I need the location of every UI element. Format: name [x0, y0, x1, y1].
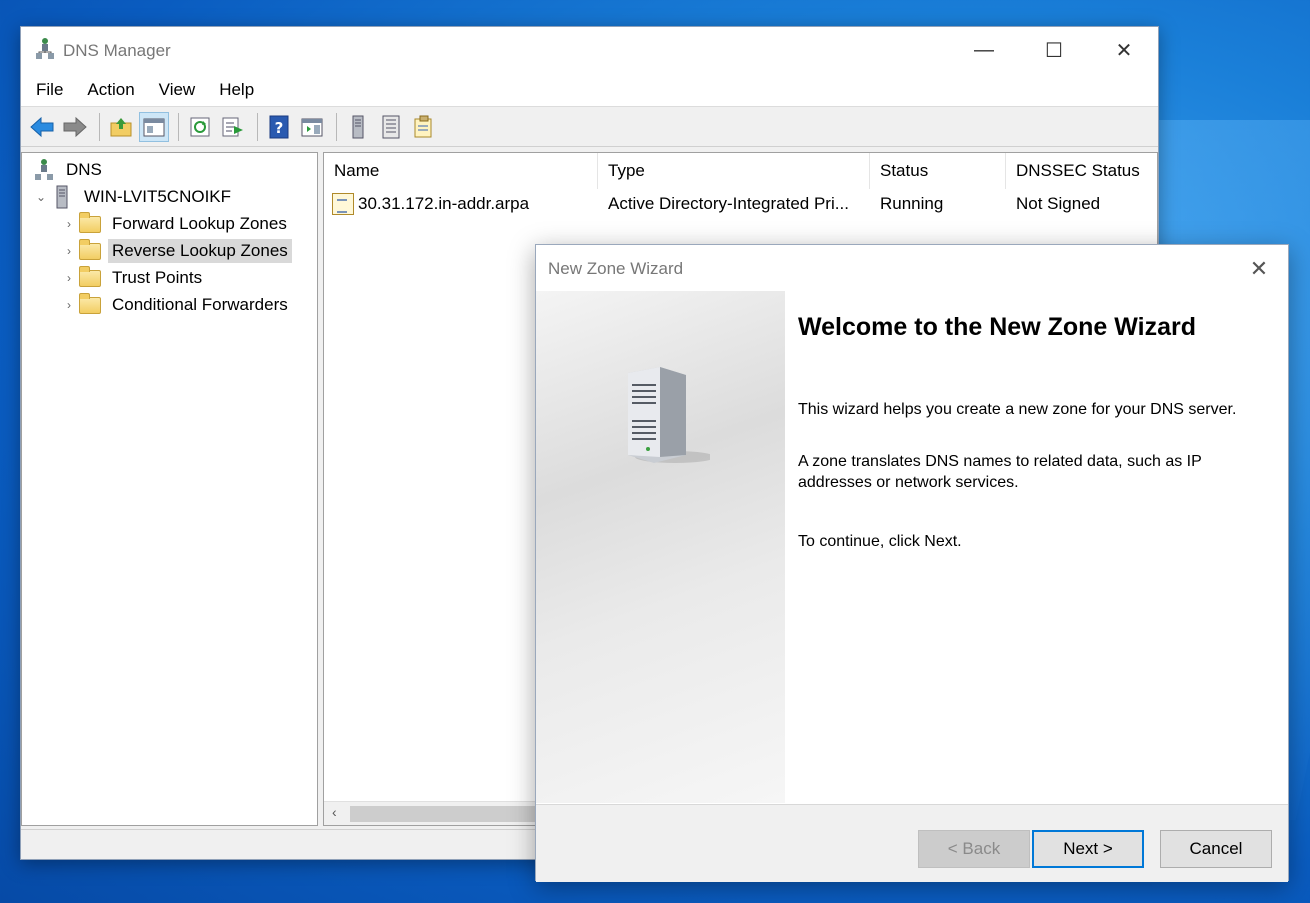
- collapsed-chevron-icon[interactable]: ›: [60, 217, 78, 231]
- menu-bar: File Action View Help: [21, 73, 1158, 107]
- collapsed-chevron-icon[interactable]: ›: [60, 298, 78, 312]
- toolbar-separator: [178, 112, 179, 141]
- menu-file[interactable]: File: [36, 80, 63, 100]
- action-pane-icon: [301, 118, 323, 136]
- export-list-icon: [222, 117, 243, 136]
- column-header-label: Status: [880, 161, 929, 180]
- list-view-button[interactable]: [376, 112, 406, 142]
- collapsed-chevron-icon[interactable]: ›: [60, 271, 78, 285]
- close-icon: ✕: [1115, 39, 1133, 62]
- show-hide-action-pane-button[interactable]: [297, 112, 327, 142]
- properties-button[interactable]: [409, 112, 439, 142]
- server-icon: [50, 185, 74, 209]
- collapsed-chevron-icon[interactable]: ›: [60, 244, 78, 258]
- scroll-left-icon[interactable]: ‹: [332, 804, 337, 820]
- minimize-button[interactable]: —: [949, 27, 1019, 73]
- maximize-icon: ☐: [1045, 39, 1063, 62]
- export-list-button[interactable]: [218, 112, 248, 142]
- tree-item-trust-points[interactable]: › Trust Points: [60, 265, 206, 291]
- close-icon: ✕: [1249, 256, 1269, 281]
- column-header-name[interactable]: Name: [324, 153, 598, 189]
- column-header-type[interactable]: Type: [598, 153, 870, 189]
- dns-app-icon: [36, 38, 54, 59]
- zone-name: 30.31.172.in-addr.arpa: [358, 194, 530, 213]
- folder-icon: [78, 211, 102, 234]
- cancel-button[interactable]: Cancel: [1160, 830, 1272, 868]
- folder-icon: [78, 265, 102, 288]
- server-button[interactable]: [343, 112, 373, 142]
- show-hide-tree-icon: [143, 118, 165, 136]
- wizard-paragraph: To continue, click Next.: [798, 533, 962, 550]
- forward-button[interactable]: [60, 112, 90, 142]
- toolbar-separator: [336, 112, 337, 141]
- cell-dnssec-status: Not Signed: [1016, 194, 1101, 213]
- cell-status: Running: [880, 194, 944, 213]
- tree-item-label: DNS: [66, 160, 102, 179]
- toolbar-separator: [257, 112, 258, 141]
- tree-item-label: Conditional Forwarders: [112, 295, 288, 314]
- tree-item-server[interactable]: ⌄ WIN-LVIT5CNOIKF: [32, 184, 235, 210]
- cell-type: Active Directory-Integrated Pri...: [608, 194, 849, 213]
- back-button[interactable]: < Back: [918, 830, 1030, 868]
- folder-icon: [78, 238, 102, 261]
- menu-view[interactable]: View: [159, 80, 196, 100]
- properties-icon: [414, 115, 432, 137]
- wizard-paragraph: This wizard helps you create a new zone …: [798, 401, 1237, 418]
- tree-item-label: Forward Lookup Zones: [112, 214, 287, 233]
- tree-item-label: Reverse Lookup Zones: [108, 239, 292, 263]
- wizard-side-art: [536, 291, 785, 803]
- forward-arrow-icon: [63, 116, 87, 137]
- server-icon: [352, 115, 364, 138]
- wizard-heading: Welcome to the New Zone Wizard: [798, 313, 1196, 341]
- show-hide-console-tree-button[interactable]: [139, 111, 169, 142]
- svg-text:?: ?: [275, 119, 284, 137]
- minimize-icon: —: [974, 38, 994, 61]
- list-header: Name Type Status DNSSEC Status: [324, 153, 1157, 189]
- refresh-button[interactable]: [185, 112, 215, 142]
- expanded-chevron-icon[interactable]: ⌄: [32, 190, 50, 204]
- dialog-title: New Zone Wizard: [548, 259, 684, 278]
- window-title: DNS Manager: [63, 41, 171, 60]
- tree-item-label: Trust Points: [112, 268, 203, 287]
- wizard-footer: < Back Next > Cancel: [536, 804, 1288, 882]
- tree-item-forward-lookup-zones[interactable]: › Forward Lookup Zones: [60, 211, 291, 237]
- zone-icon: [332, 193, 354, 215]
- back-button[interactable]: [27, 112, 57, 142]
- menu-help[interactable]: Help: [219, 80, 254, 100]
- column-header-dnssec-status[interactable]: DNSSEC Status: [1006, 153, 1157, 189]
- column-header-label: Type: [608, 161, 645, 180]
- close-button[interactable]: ✕: [1089, 27, 1159, 73]
- up-folder-icon: [110, 117, 132, 136]
- tree-item-label: WIN-LVIT5CNOIKF: [84, 187, 232, 206]
- tree-item-conditional-forwarders[interactable]: › Conditional Forwarders: [60, 292, 292, 318]
- table-row[interactable]: 30.31.172.in-addr.arpa Active Directory-…: [324, 191, 1157, 217]
- title-bar[interactable]: DNS Manager — ☐ ✕: [21, 27, 1158, 73]
- console-tree-pane[interactable]: DNS ⌄ WIN-LVIT5CNOIKF › Forward Lookup Z…: [21, 152, 318, 826]
- dialog-close-button[interactable]: ✕: [1244, 255, 1274, 283]
- dns-root-icon: [32, 159, 56, 180]
- maximize-button[interactable]: ☐: [1019, 27, 1089, 73]
- help-button[interactable]: ?: [264, 112, 294, 142]
- new-zone-wizard-dialog: New Zone Wizard ✕ Welcome to the New Zon…: [535, 244, 1289, 882]
- folder-icon: [78, 292, 102, 315]
- help-icon: ?: [269, 115, 289, 138]
- server-tower-icon: [628, 367, 710, 463]
- refresh-icon: [190, 117, 210, 136]
- menu-action[interactable]: Action: [87, 80, 134, 100]
- list-icon: [382, 115, 400, 138]
- wizard-paragraph: A zone translates DNS names to related d…: [798, 453, 1202, 491]
- up-one-level-button[interactable]: [106, 112, 136, 142]
- scrollbar-thumb[interactable]: [350, 806, 540, 822]
- column-header-label: Name: [334, 161, 380, 180]
- back-arrow-icon: [30, 116, 54, 137]
- cell-name: 30.31.172.in-addr.arpa: [332, 191, 529, 217]
- tree-item-dns[interactable]: DNS: [32, 157, 106, 183]
- next-button[interactable]: Next >: [1032, 830, 1144, 868]
- toolbar: ?: [21, 107, 1158, 147]
- column-header-status[interactable]: Status: [870, 153, 1006, 189]
- column-header-label: DNSSEC Status: [1016, 161, 1140, 180]
- tree-item-reverse-lookup-zones[interactable]: › Reverse Lookup Zones: [60, 238, 292, 264]
- toolbar-separator: [99, 112, 100, 141]
